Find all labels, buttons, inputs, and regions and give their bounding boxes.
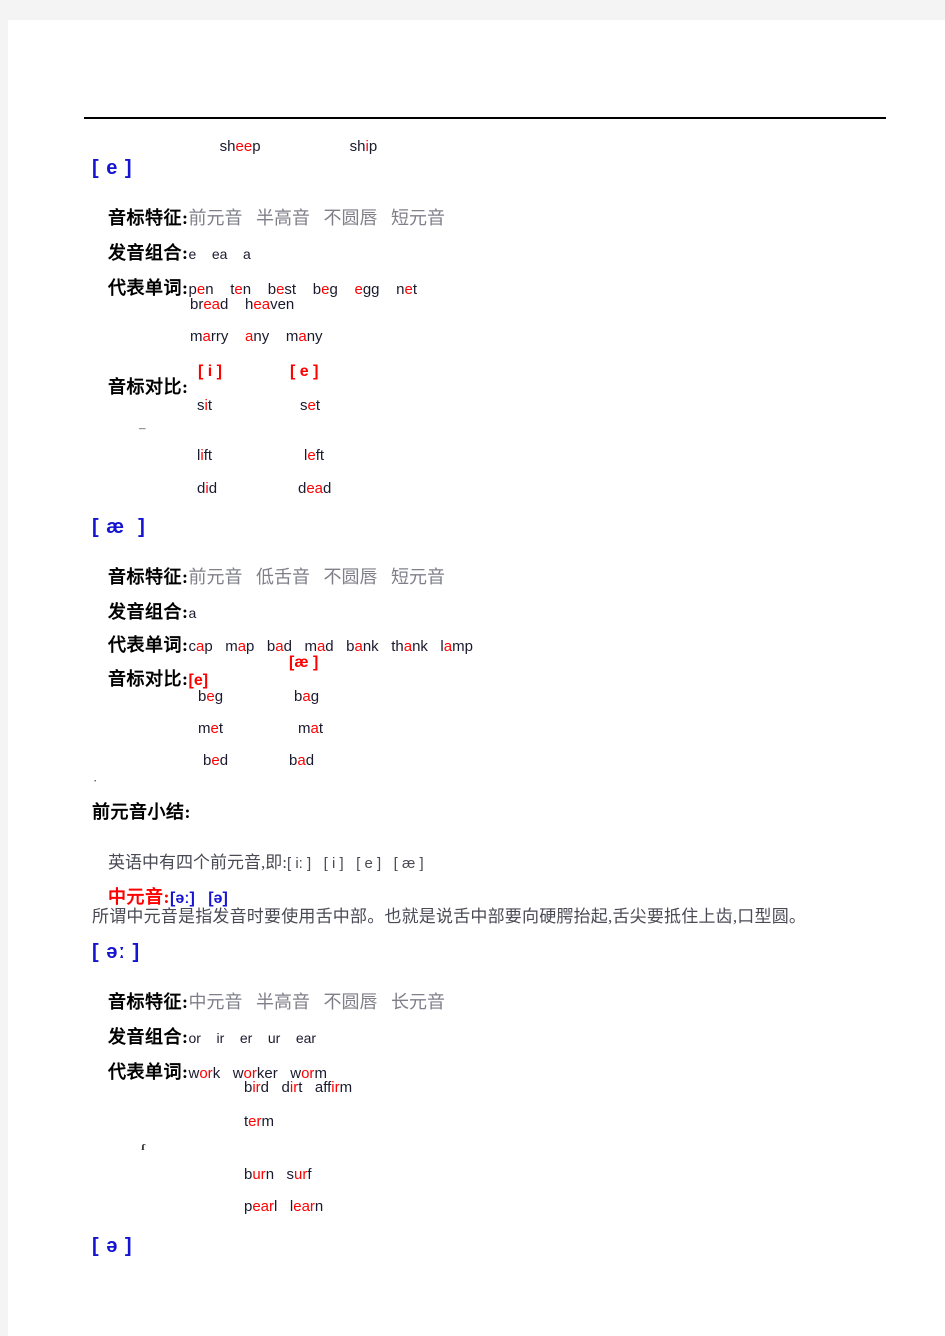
- contrast-row-ae: 音标对比:[e]: [92, 654, 208, 705]
- feature-label-er-long: 音标特征:: [108, 992, 189, 1012]
- mid-vowel-heading: 中元音:: [108, 887, 170, 907]
- phoneme-heading-schwa: [ ə ]: [92, 1235, 133, 1257]
- phoneme-heading-ae: [ æ ]: [92, 516, 146, 538]
- combination-label-er-long: 发音组合:: [108, 1027, 189, 1047]
- carryover-word-sheep: sheep: [203, 124, 261, 169]
- combination-label-ae: 发音组合:: [108, 602, 189, 622]
- words-label-ae: 代表单词:: [108, 635, 189, 655]
- combination-values-er-long: or ir er ur ear: [188, 1030, 317, 1046]
- mid-vowel-intro-body: 所谓中元音是指发音时要使用舌中部。也就是说舌中部要向硬腭抬起,舌尖要抵住上齿,口…: [92, 907, 807, 926]
- words-values-e-row1: bread heaven: [190, 296, 295, 313]
- words-values-ae-row0: cap map bad mad bank thank lamp: [188, 638, 473, 655]
- words-values-er-long-row1: bird dirt affirm: [244, 1079, 353, 1096]
- contrast-pair-left-e-1: lift: [197, 447, 213, 464]
- front-vowel-summary-ipa: [ i: ] [ i ] [ e ] [ æ ]: [286, 855, 424, 872]
- words-values-er-long-row4: pearl learn: [244, 1198, 324, 1215]
- contrast-pair-left-ae-0: beg: [198, 688, 224, 705]
- scan-artifact-dot: ·: [93, 773, 98, 788]
- front-vowel-summary-prefix: 英语中有四个前元音,即:: [108, 853, 287, 872]
- contrast-pair-right-e-1: left: [304, 447, 325, 464]
- contrast-pair-left-e-2: did: [197, 480, 218, 497]
- contrast-symbol-left-ae: [e]: [188, 672, 209, 689]
- contrast-symbol-left-e: [ i ]: [198, 363, 222, 380]
- phoneme-heading-e: [ e ]: [92, 157, 133, 179]
- words-values-er-long-row3: burn surf: [244, 1166, 312, 1183]
- contrast-pair-right-ae-1: mat: [298, 720, 324, 737]
- feature-label-ae: 音标特征:: [108, 567, 189, 587]
- contrast-pair-right-ae-0: bag: [294, 688, 320, 705]
- contrast-symbol-right-e: [ e ]: [290, 363, 319, 380]
- contrast-pair-right-e-0: set: [300, 397, 321, 414]
- feature-values-ae: 前元音 低舌音 不圆唇 短元音: [188, 567, 446, 587]
- contrast-label-ae: 音标对比:: [108, 669, 189, 689]
- scan-artifact-dash: –: [139, 420, 146, 435]
- contrast-pair-right-e-2: dead: [298, 480, 332, 497]
- contrast-label-e: 音标对比:: [108, 377, 189, 397]
- document-page: sheep ship [ e ] 音标特征:前元音 半高音 不圆唇 短元音 发音…: [8, 20, 945, 1336]
- words-values-e-row2: marry any many: [190, 328, 323, 345]
- feature-values-e: 前元音 半高音 不圆唇 短元音: [188, 208, 446, 228]
- contrast-pair-left-ae-2: bed: [203, 752, 229, 769]
- feature-values-er-long: 中元音 半高音 不圆唇 长元音: [188, 992, 446, 1012]
- carryover-word-ship: ship: [333, 124, 378, 169]
- contrast-row-e: 音标对比:: [92, 362, 189, 413]
- contrast-pair-left-ae-1: met: [198, 720, 224, 737]
- combination-label-e: 发音组合:: [108, 243, 189, 263]
- scan-artifact-mark: ɾ: [141, 1138, 147, 1153]
- phoneme-heading-er-long: [ əː ]: [92, 941, 141, 963]
- words-label-er-long: 代表单词:: [108, 1062, 189, 1082]
- contrast-pair-left-e-0: sit: [197, 397, 213, 414]
- contrast-pair-right-ae-2: bad: [289, 752, 315, 769]
- combination-values-ae: a: [188, 605, 197, 621]
- combination-values-e: e ea a: [188, 246, 251, 262]
- contrast-symbol-right-ae: [æ ]: [289, 654, 319, 671]
- mid-vowel-symbols: [əː] [ə]: [170, 890, 228, 907]
- word-ship: ship: [349, 138, 378, 155]
- word-sheep: sheep: [219, 138, 261, 155]
- header-rule: [84, 117, 886, 119]
- words-values-er-long-row2: term: [244, 1113, 275, 1130]
- feature-label-e: 音标特征:: [108, 208, 189, 228]
- words-label-e: 代表单词:: [108, 278, 189, 298]
- front-vowel-summary-heading: 前元音小结:: [92, 802, 191, 822]
